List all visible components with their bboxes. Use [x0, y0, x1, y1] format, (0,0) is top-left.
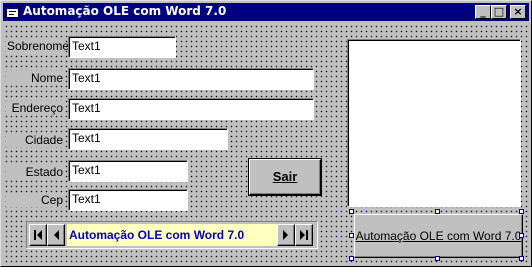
main-window: Automação OLE com Word 7.0 _ □ × Sobreno… — [0, 0, 532, 267]
output-listbox[interactable] — [347, 39, 521, 207]
automation-button-label: Automação OLE com Word 7.0 — [355, 229, 522, 243]
label-cidade: Cidade — [6, 133, 64, 147]
input-cidade[interactable]: Text1 — [68, 128, 228, 150]
input-sobrenome[interactable]: Text1 — [68, 36, 176, 58]
automation-button[interactable]: Automação OLE com Word 7.0 — [354, 214, 523, 258]
next-record-icon — [283, 230, 288, 240]
previous-record-icon — [54, 230, 59, 240]
form-surface: Sobrenome Text1 Nome Text1 Endereço Text… — [3, 23, 529, 264]
exit-button-label: Sair — [272, 169, 298, 184]
exit-button[interactable]: Sair — [248, 158, 322, 196]
selection-handle[interactable] — [519, 209, 524, 214]
title-bar[interactable]: Automação OLE com Word 7.0 _ □ × — [3, 3, 529, 21]
selection-handle[interactable] — [349, 256, 354, 261]
maximize-button[interactable]: □ — [491, 5, 507, 19]
form-icon — [6, 5, 19, 18]
selection-handle[interactable] — [349, 233, 354, 238]
selection-handle[interactable] — [519, 256, 524, 261]
input-nome[interactable]: Text1 — [68, 68, 314, 90]
first-record-button[interactable] — [29, 224, 47, 246]
close-button[interactable]: × — [510, 5, 526, 19]
first-record-icon — [34, 230, 42, 240]
label-endereco: Endereço — [6, 101, 64, 115]
next-record-button[interactable] — [277, 224, 295, 246]
label-cep: Cep — [6, 193, 64, 207]
selection-handle[interactable] — [349, 209, 354, 214]
input-estado[interactable]: Text1 — [68, 160, 188, 182]
data-control: Automação OLE com Word 7.0 — [26, 221, 318, 249]
selection-handle[interactable] — [435, 209, 440, 214]
window-title: Automação OLE com Word 7.0 — [23, 4, 227, 18]
last-record-icon — [300, 230, 308, 240]
last-record-button[interactable] — [295, 224, 313, 246]
minimize-button[interactable]: _ — [475, 5, 491, 19]
label-sobrenome: Sobrenome — [6, 39, 70, 53]
previous-record-button[interactable] — [47, 224, 65, 246]
selection-handle[interactable] — [435, 256, 440, 261]
input-cep[interactable]: Text1 — [68, 189, 188, 211]
label-estado: Estado — [6, 165, 64, 179]
selection-handle[interactable] — [519, 233, 524, 238]
label-nome: Nome — [6, 71, 64, 85]
input-endereco[interactable]: Text1 — [68, 98, 314, 120]
data-control-caption: Automação OLE com Word 7.0 — [67, 224, 277, 246]
